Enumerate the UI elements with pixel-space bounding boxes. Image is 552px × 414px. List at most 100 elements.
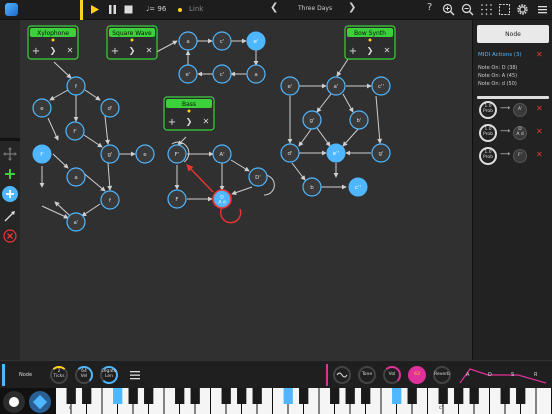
graph-node-bass[interactable]: D' [248,167,268,187]
edge-target-node[interactable]: A' [513,103,527,117]
black-key[interactable] [407,388,417,404]
graph-node-xylophone[interactable]: a [66,167,86,187]
record-button[interactable] [3,391,25,413]
reverb-knob[interactable]: Reverb [433,366,451,384]
delete-edge-icon[interactable]: ✕ [536,150,543,159]
graph-node-square[interactable]: e' [246,31,266,51]
select-region-icon[interactable] [498,3,511,16]
graph-node-bowsynth[interactable]: d' [280,143,300,163]
next-song-button[interactable]: ❯ [348,2,356,13]
black-key[interactable] [299,388,309,404]
release-label[interactable]: R [534,372,537,378]
graph-node-bowsynth[interactable]: e'' [326,143,346,163]
graph-node-bass[interactable]: A' [212,144,232,164]
black-key[interactable] [190,388,200,404]
black-key[interactable] [252,388,262,404]
black-key[interactable] [175,388,185,404]
help-button[interactable]: ? [427,2,432,13]
black-key[interactable] [469,388,479,404]
black-key[interactable] [221,388,231,404]
delete-edge-icon[interactable]: ✕ [536,127,543,136]
delete-edge-icon[interactable]: ✕ [536,104,543,113]
move-tool-icon[interactable] [2,146,18,162]
black-key[interactable] [144,388,154,404]
graph-node-xylophone[interactable]: g' [100,144,120,164]
add-node-icon[interactable] [2,166,18,182]
xylophone-group[interactable]: Xylophone + ❯ ✕ [27,25,79,60]
graph-node-xylophone[interactable]: a' [66,212,86,232]
zoom-out-icon[interactable] [461,3,474,16]
black-key[interactable] [113,388,123,404]
ticks-knob[interactable]: 2 Ticks [50,366,68,384]
prev-song-button[interactable]: ❮ [270,2,278,13]
sustain-label[interactable]: S [511,372,514,378]
connect-edge-icon[interactable] [2,208,18,224]
graph-node-xylophone[interactable]: f' [65,121,85,141]
keys-svg[interactable] [56,388,552,414]
zoom-in-icon[interactable] [442,3,455,16]
chevron-right-icon[interactable]: ❯ [50,46,57,55]
black-key[interactable] [330,388,340,404]
graph-node-bass[interactable]: DA d [212,189,232,209]
graph-node-xylophone[interactable]: f' [32,144,52,164]
black-key[interactable] [392,388,402,404]
black-key[interactable] [128,388,138,404]
list-menu-icon[interactable] [128,368,142,382]
black-key[interactable] [283,388,293,404]
graph-node-bowsynth[interactable]: e' [280,76,300,96]
close-icon[interactable]: ✕ [67,46,74,55]
edge-target-node[interactable]: F' [513,149,527,163]
graph-node-xylophone[interactable]: d' [100,98,120,118]
node-layer[interactable]: fe d'f'g' eaf'fa'a c' e'e' c' aF' A'D'F DA de' a'… [32,31,391,232]
grid-icon[interactable] [480,3,493,16]
tone-knob[interactable]: Tone [358,366,376,384]
volume-value-knob[interactable]: 63 [408,366,426,384]
probability-knob[interactable]: 1.0 Prob [479,147,497,165]
graph-node-square[interactable]: c' [212,64,232,84]
black-key[interactable] [66,388,76,404]
graph-node-square[interactable]: c' [212,31,232,51]
edge-target-node[interactable]: D A d [513,126,527,140]
tempo-display[interactable]: ♩= 96 [146,5,166,13]
close-icon[interactable]: ✕ [146,46,153,55]
black-key[interactable] [438,388,448,404]
black-key[interactable] [237,388,247,404]
add-icon[interactable]: + [349,46,357,57]
graph-node-bowsynth[interactable]: g' [371,143,391,163]
close-icon[interactable]: ✕ [384,46,391,55]
pause-icon[interactable] [106,3,119,16]
close-icon[interactable]: ✕ [203,117,210,126]
probability-knob[interactable]: 1.0 Prob [479,124,497,142]
add-icon[interactable]: + [111,46,119,57]
chevron-right-icon[interactable]: ❯ [129,46,136,55]
graph-node-bowsynth[interactable]: b' [349,110,369,130]
selected-edge[interactable] [186,164,214,193]
graph-node-bowsynth[interactable]: c'' [348,177,368,197]
graph-node-xylophone[interactable]: f [66,76,86,96]
add-icon[interactable]: + [32,46,40,57]
length-knob[interactable]: Legato Len [100,366,118,384]
piano-keyboard[interactable]: c c' [0,388,552,414]
graph-node-square[interactable]: e' [178,64,198,84]
add-blue-node-button[interactable] [2,186,18,202]
attack-label[interactable]: A [466,372,469,378]
black-key[interactable] [82,388,92,404]
link-toggle[interactable]: Link [189,5,203,13]
graph-node-square[interactable]: a [246,64,266,84]
square-wave-group[interactable]: Square Wave + ❯ ✕ [106,25,158,60]
graph-node-bowsynth[interactable]: g' [302,110,322,130]
graph-node-bowsynth[interactable]: b [302,177,322,197]
graph-node-bowsynth[interactable]: a' [326,76,346,96]
midi-actions-title[interactable]: MIDI Actions (3) [478,52,522,58]
app-logo-icon[interactable] [5,3,18,16]
stop-icon[interactable] [122,3,135,16]
black-key[interactable] [500,388,510,404]
graph-node-xylophone[interactable]: e [32,98,52,118]
black-key[interactable] [516,388,526,404]
probability-knob[interactable]: 1.0 Prob [479,101,497,119]
bow-synth-group[interactable]: Bow Synth + ❯ ✕ [344,25,396,60]
graph-node-bass[interactable]: F [167,189,187,209]
black-key[interactable] [454,388,464,404]
chevron-right-icon[interactable]: ❯ [367,46,374,55]
song-title[interactable]: Three Days [298,5,332,12]
